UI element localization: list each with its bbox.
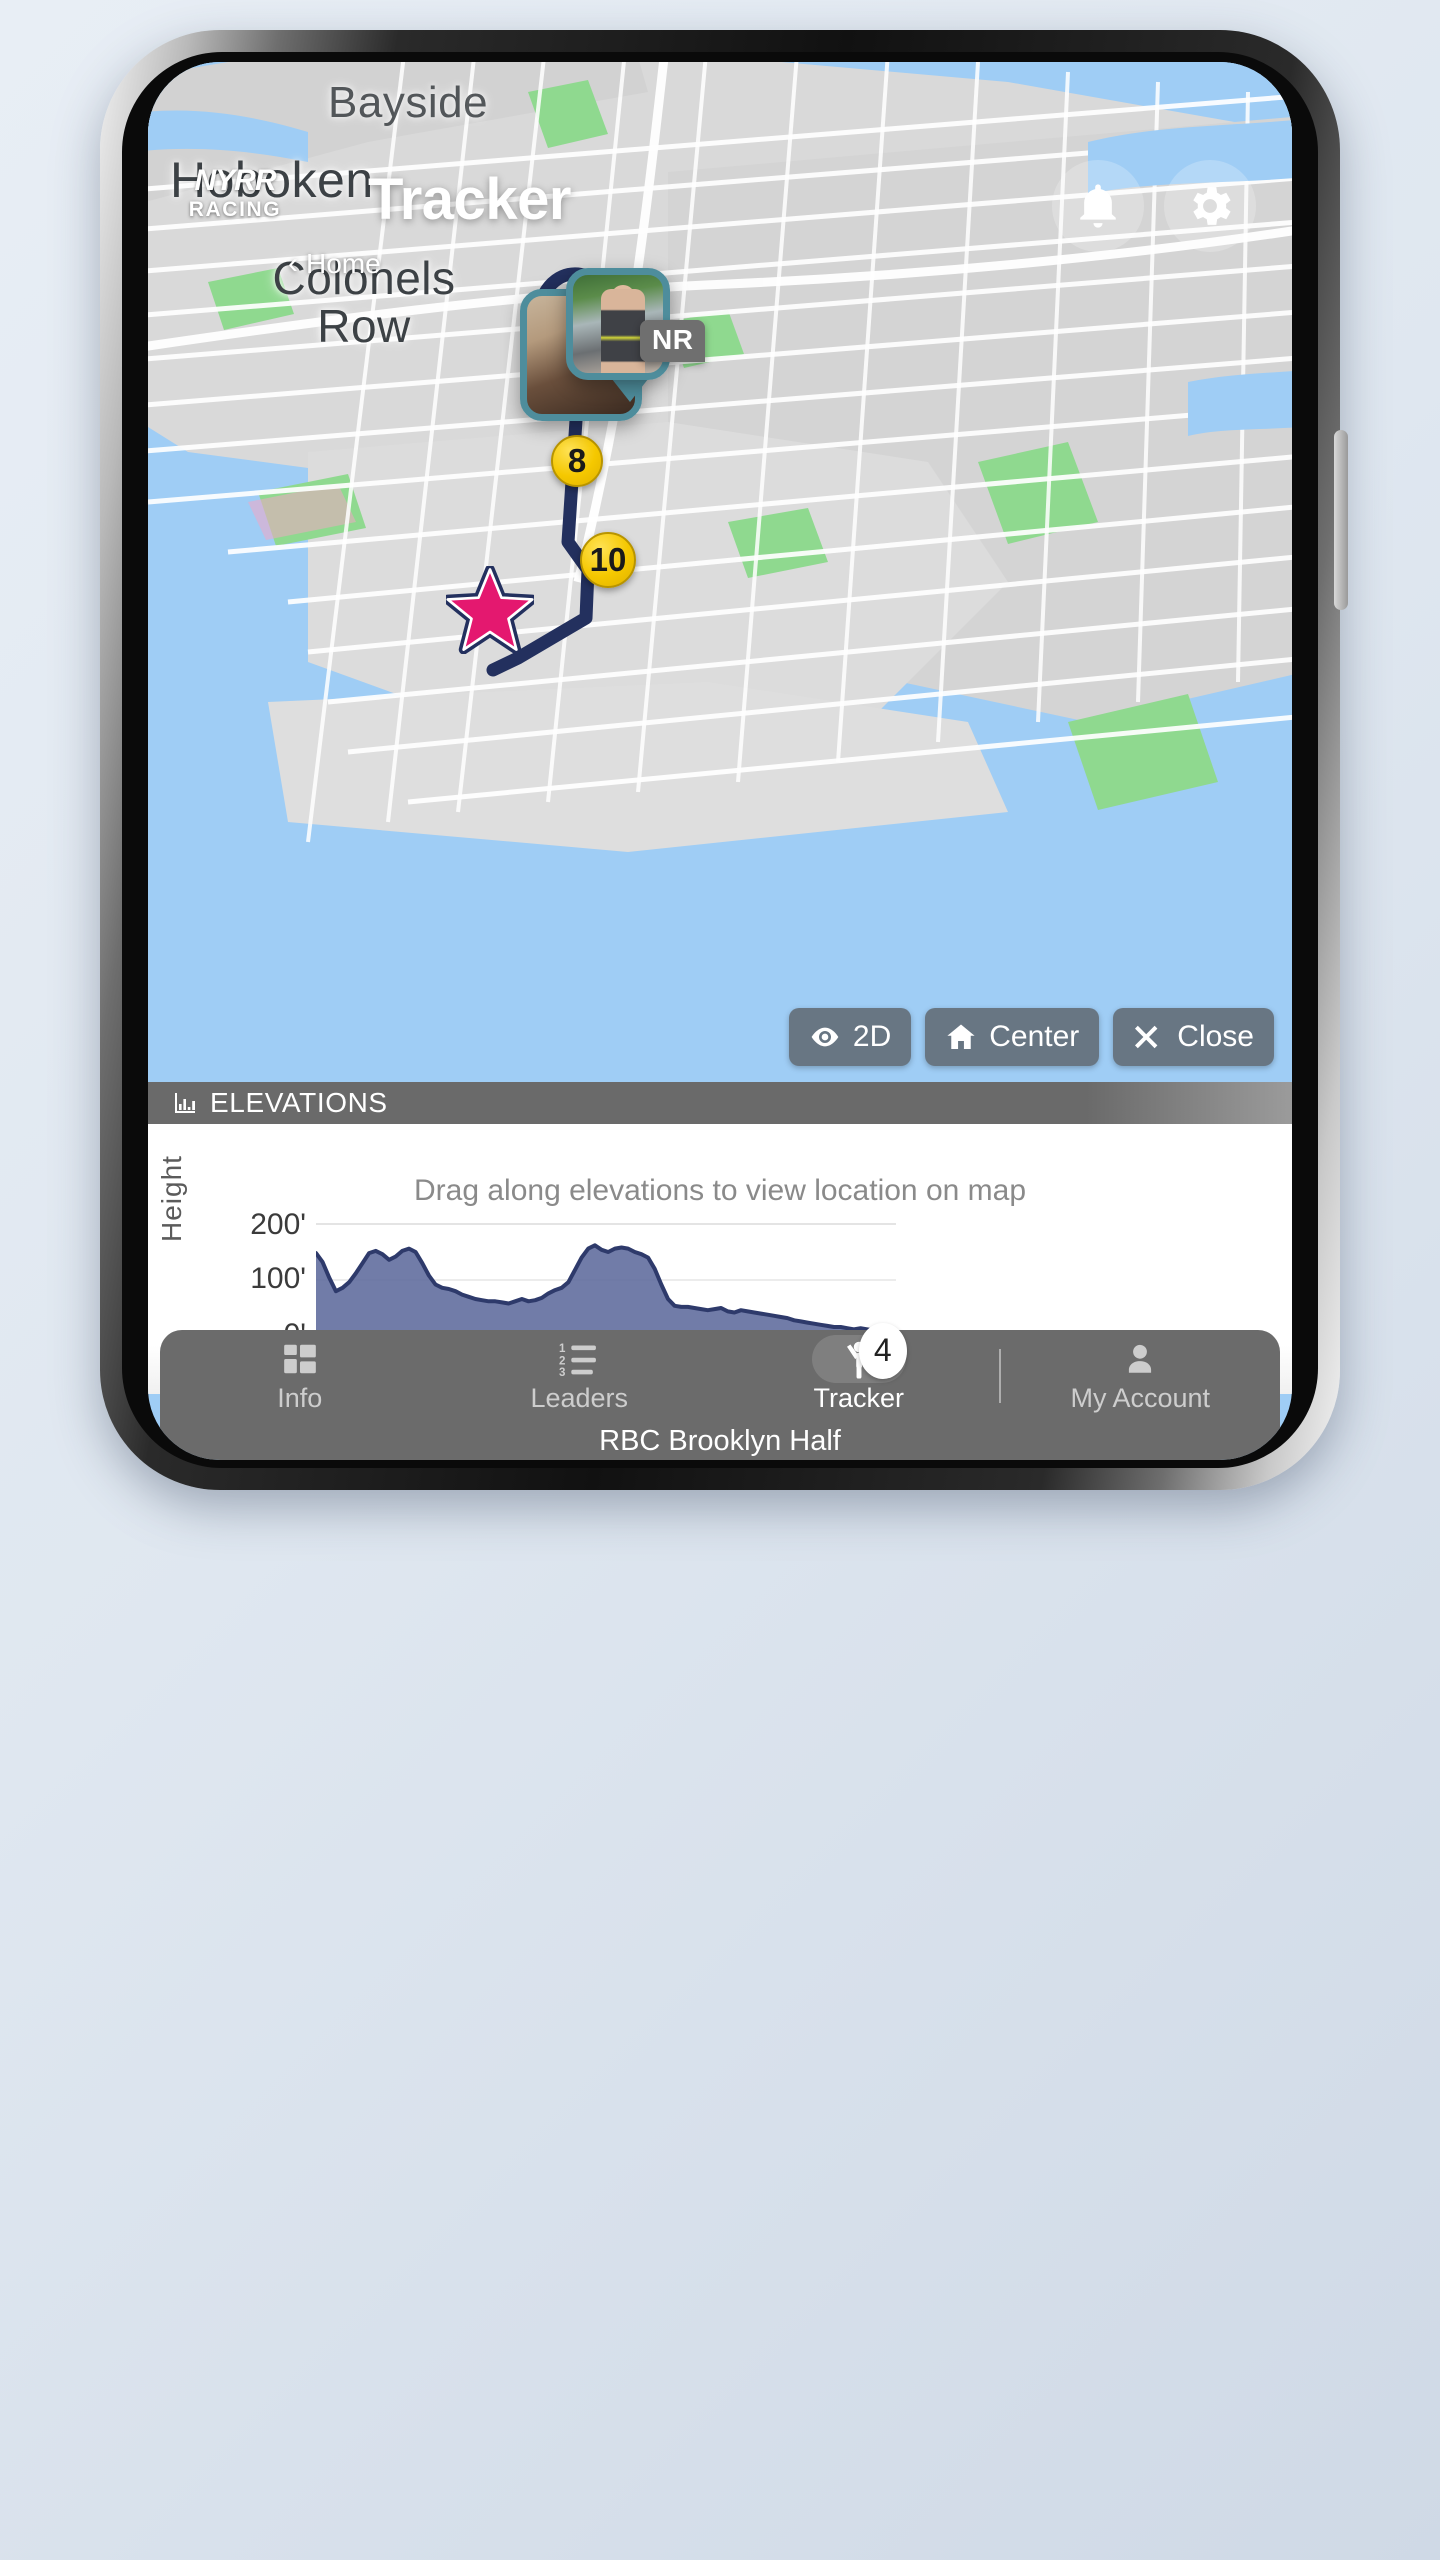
person-icon [1122,1339,1158,1379]
close-map-button[interactable]: Close [1113,1008,1274,1066]
chevron-left-icon: ‹ [288,247,298,280]
runner-photo-body [601,289,645,373]
view-2d-label: 2D [852,1020,892,1053]
svg-text:2: 2 [559,1355,565,1367]
notifications-button[interactable] [1052,160,1144,252]
tab-my-account-label: My Account [1070,1382,1211,1413]
elevations-section-header[interactable]: ELEVATIONS [148,1082,1292,1124]
y-axis-ticks: 200' 100' 0' [186,1208,306,1351]
home-icon [947,1024,975,1049]
event-name: RBC Brooklyn Half [599,1424,841,1457]
close-map-label: Close [1177,1020,1254,1053]
svg-text:1: 1 [559,1343,566,1355]
bell-icon [1080,184,1116,228]
nyrr-racing-logo: NYRR RACING [174,166,296,222]
finish-star-marker[interactable] [446,566,534,654]
map-controls: 2D Center Close [788,1008,1274,1066]
bottom-tab-bar: Info 1 2 3 Leaders 4 Tracker My Account [160,1322,1281,1422]
tab-leaders-label: Leaders [530,1382,629,1413]
mile-marker[interactable]: 10 [580,532,636,588]
svg-text:3: 3 [559,1366,565,1377]
event-name-footer: RBC Brooklyn Half [160,1422,1280,1460]
mile-marker[interactable]: 8 [551,435,603,487]
nyrr-logo-racing: RACING [188,198,282,221]
elevations-drag-hint: Drag along elevations to view location o… [413,1174,1027,1207]
center-map-button[interactable]: Center [925,1008,1100,1066]
bar-chart-icon [175,1093,195,1113]
phone-screen: Bayside Hoboken Colonels Row NR 8 10 2D [148,62,1292,1460]
settings-button[interactable] [1164,160,1256,252]
tab-tracker[interactable]: 4 Tracker [719,1322,999,1422]
eye-icon [811,1027,839,1047]
tab-tracker-label: Tracker [813,1382,904,1413]
tab-my-account[interactable]: My Account [1001,1330,1281,1422]
app-header: NYRR RACING Tracker ‹ Home [148,62,1292,279]
page-title: Tracker [368,167,571,232]
y-tick-label: 200' [250,1208,306,1241]
tab-leaders[interactable]: 1 2 3 Leaders [440,1330,720,1422]
tracker-badge: 4 [858,1322,907,1379]
elevations-title: ELEVATIONS [210,1087,388,1118]
back-home-label: Home [306,248,381,279]
gear-icon [1193,187,1231,225]
race-map[interactable]: Bayside Hoboken Colonels Row NR 8 10 2D [148,62,1292,1082]
runner-initials-badge: NR [640,320,706,362]
runner-icon: 4 [811,1322,907,1383]
close-icon [1135,1025,1158,1049]
center-map-label: Center [989,1020,1080,1053]
y-tick-label: 100' [250,1262,306,1295]
y-axis-label: Height [156,1155,187,1242]
tab-info[interactable]: Info [160,1330,440,1422]
phone-side-button[interactable] [1334,430,1348,610]
back-home-link[interactable]: ‹ Home [288,248,381,280]
list-numbered-icon: 1 2 3 [559,1339,599,1379]
grid-icon [281,1339,319,1379]
view-2d-button[interactable]: 2D [788,1008,912,1066]
tab-info-label: Info [277,1382,323,1413]
nyrr-logo-mark: NYRR [194,164,276,197]
elevation-profile [316,1223,896,1338]
